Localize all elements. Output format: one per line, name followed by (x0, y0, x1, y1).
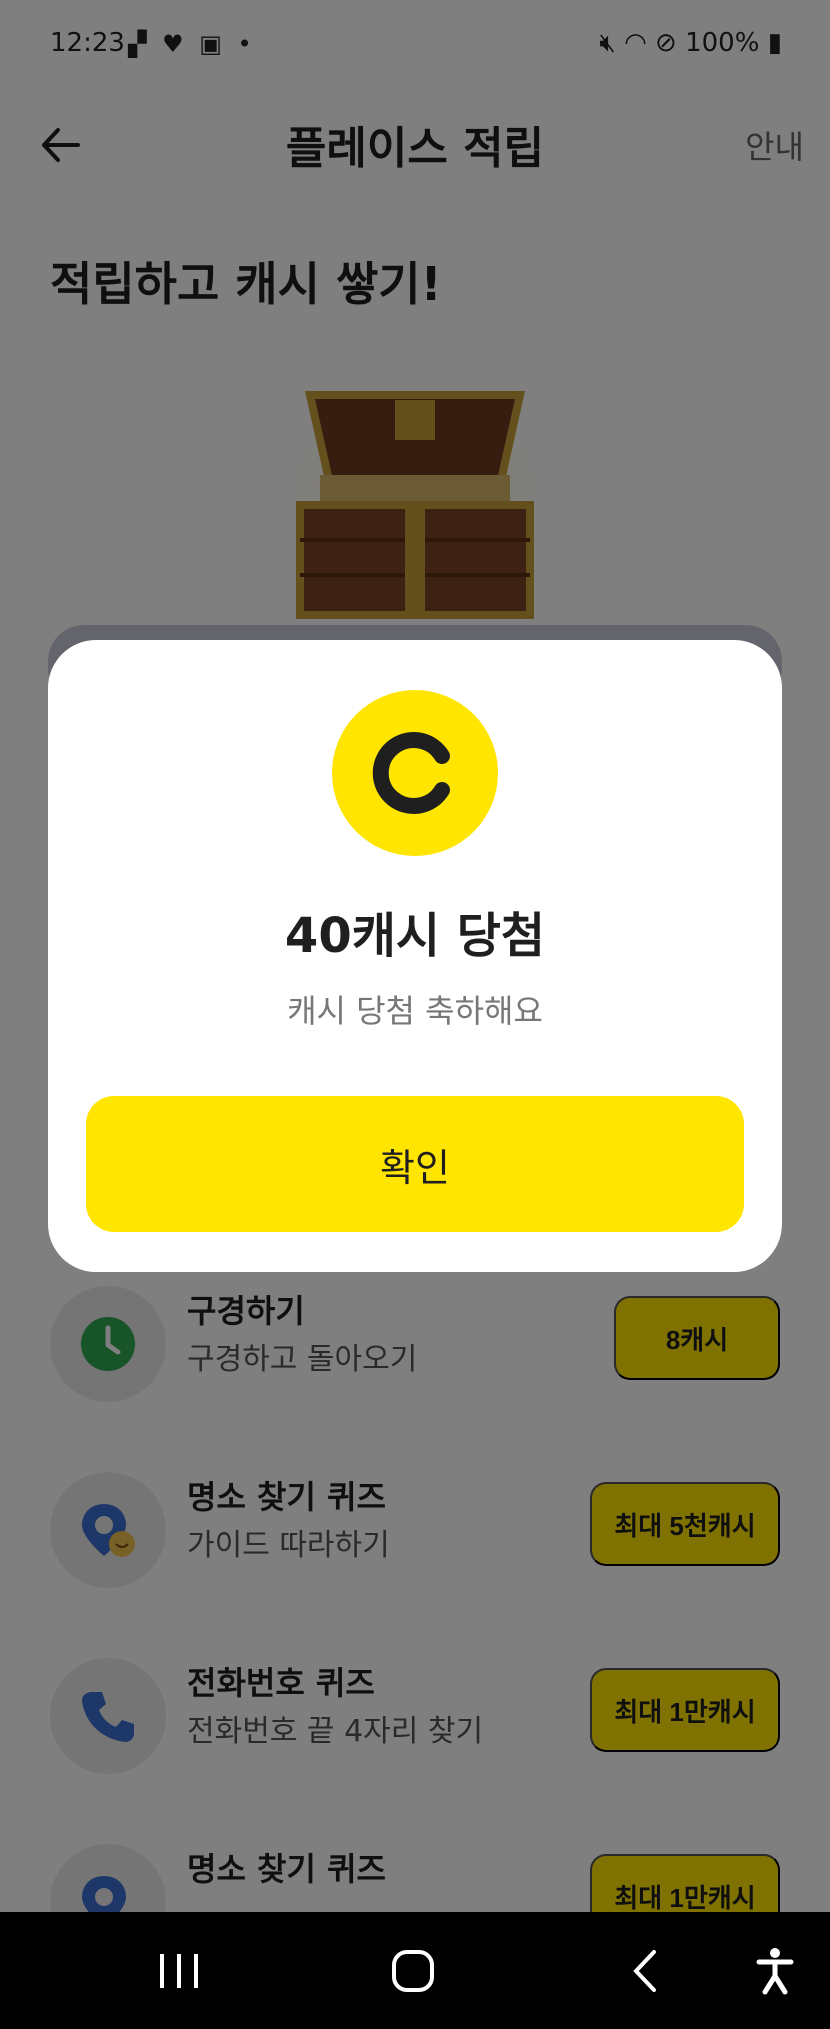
reward-dialog: 40캐시 당첨 캐시 당첨 축하해요 확인 (48, 640, 782, 1272)
home-icon[interactable] (390, 1948, 436, 1994)
system-nav-bar (0, 1912, 830, 2029)
letter-c-icon (372, 732, 450, 814)
dialog-title: 40캐시 당첨 (284, 908, 546, 964)
back-nav-icon[interactable] (630, 1948, 660, 1994)
recent-apps-icon[interactable] (156, 1950, 202, 1992)
cash-coin-icon (332, 690, 498, 856)
dialog-subtitle: 캐시 당첨 축하해요 (287, 992, 543, 1030)
accessibility-icon[interactable] (755, 1946, 795, 1996)
confirm-button[interactable]: 확인 (86, 1096, 744, 1232)
